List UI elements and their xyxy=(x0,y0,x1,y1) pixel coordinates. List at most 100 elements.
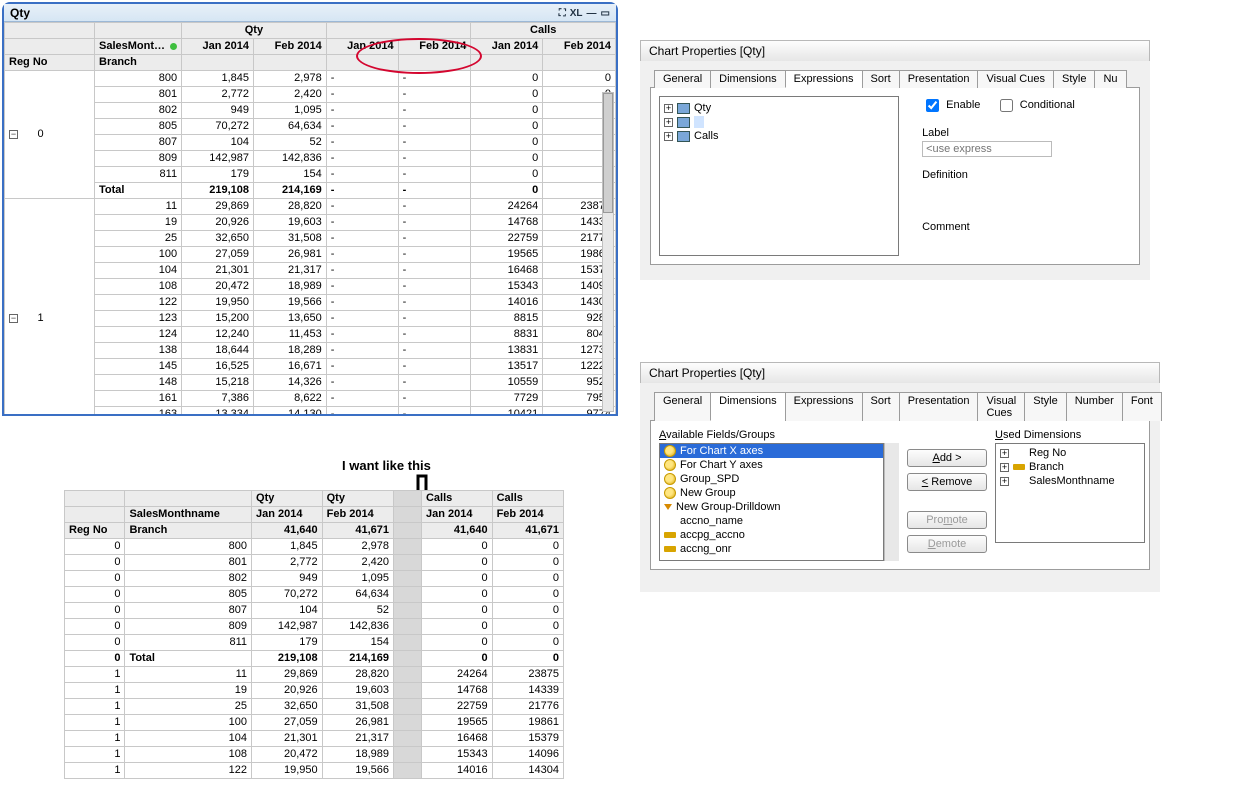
cell: - xyxy=(398,151,471,167)
desired-pivot-grid: QtyQtyCallsCalls SalesMonthnameJan 2014F… xyxy=(64,490,564,779)
expression-tree-item[interactable]: +Calls xyxy=(664,129,894,143)
tab-sort[interactable]: Sort xyxy=(862,70,900,88)
cell: 20,472 xyxy=(182,279,254,295)
expression-label xyxy=(694,116,704,128)
used-dimension-item[interactable]: +SalesMonthname xyxy=(998,474,1142,488)
restore-icon[interactable]: ▭ xyxy=(601,8,610,19)
tab-visual-cues[interactable]: Visual Cues xyxy=(977,392,1025,421)
expand-icon[interactable]: + xyxy=(664,132,673,141)
tab-style[interactable]: Style xyxy=(1053,70,1095,88)
expressions-tree[interactable]: +Qty+ +Calls xyxy=(659,96,899,256)
minimize-icon[interactable]: — xyxy=(587,8,597,19)
tab-number[interactable]: Number xyxy=(1066,392,1123,421)
listbox-scrollbar[interactable] xyxy=(884,443,899,561)
expand-icon[interactable]: + xyxy=(1000,449,1009,458)
collapse-icon[interactable]: − xyxy=(9,314,18,323)
tab-expressions[interactable]: Expressions xyxy=(785,70,863,88)
pivot-table: Qty ⛶ XL — ▭ Qty Calls xyxy=(2,2,618,416)
cell: 0 xyxy=(65,635,125,651)
available-field-item[interactable]: accno_name xyxy=(660,514,883,528)
enable-checkbox[interactable]: Enable xyxy=(922,99,983,111)
tab-style[interactable]: Style xyxy=(1024,392,1066,421)
vertical-scrollbar[interactable] xyxy=(602,92,614,412)
tab-general[interactable]: General xyxy=(654,392,711,421)
available-field-item[interactable]: New Group-Drilldown xyxy=(660,500,883,514)
demote-button[interactable]: Demote xyxy=(907,535,987,553)
add-button[interactable]: Add > xyxy=(907,449,987,467)
tab-expressions[interactable]: Expressions xyxy=(785,392,863,421)
table-row[interactable]: 8012,7722,420--00 xyxy=(5,87,616,103)
region-cell[interactable]: −1 xyxy=(5,199,95,415)
detach-icon[interactable]: ⛶ xyxy=(559,8,566,19)
table-row[interactable]: 80570,27264,634--00 xyxy=(5,119,616,135)
tab-dimensions[interactable]: Dimensions xyxy=(710,70,785,88)
pivot-titlebar[interactable]: Qty ⛶ XL — ▭ xyxy=(4,4,616,22)
expand-icon[interactable]: + xyxy=(1000,463,1009,472)
cell: - xyxy=(326,135,398,151)
expression-tree-item[interactable]: +Qty xyxy=(664,101,894,115)
table-row[interactable]: 13818,64418,289--1383112730 xyxy=(5,343,616,359)
cell xyxy=(393,651,421,667)
used-dimensions-listbox[interactable]: +Reg No+Branch+SalesMonthname xyxy=(995,443,1145,543)
expand-icon[interactable]: + xyxy=(664,118,673,127)
table-row[interactable]: 8029491,095--00 xyxy=(5,103,616,119)
cell: 8,622 xyxy=(254,391,327,407)
table-row[interactable]: 1617,3868,622--77297951 xyxy=(5,391,616,407)
col-header xyxy=(65,491,125,507)
table-row[interactable]: 12219,95019,566--1401614304 xyxy=(5,295,616,311)
remove-button[interactable]: < Remove xyxy=(907,473,987,491)
available-field-item[interactable]: For Chart X axes xyxy=(660,444,883,458)
cell: 19 xyxy=(125,683,252,699)
scrollbar-thumb[interactable] xyxy=(603,93,613,213)
available-field-item[interactable]: New Group xyxy=(660,486,883,500)
available-fields-listbox[interactable]: For Chart X axesFor Chart Y axesGroup_SP… xyxy=(659,443,884,561)
cell: 0 xyxy=(421,651,492,667)
table-row[interactable]: 809142,987142,836--00 xyxy=(5,151,616,167)
table-row[interactable]: 80710452--00 xyxy=(5,135,616,151)
xl-export-icon[interactable]: XL xyxy=(570,8,583,19)
used-dimension-item[interactable]: +Branch xyxy=(998,460,1142,474)
tab-visual-cues[interactable]: Visual Cues xyxy=(977,70,1054,88)
tab-dimensions[interactable]: Dimensions xyxy=(710,392,785,421)
expression-tree-item[interactable]: + xyxy=(664,115,894,129)
tab-sort[interactable]: Sort xyxy=(862,392,900,421)
table-row[interactable]: 14516,52516,671--1351712223 xyxy=(5,359,616,375)
tab-presentation[interactable]: Presentation xyxy=(899,392,979,421)
label-field[interactable] xyxy=(922,139,1075,157)
region-cell[interactable]: −0 xyxy=(5,71,95,199)
pivot-grid[interactable]: Qty Calls SalesMont… Jan 2014 Feb 2014 J… xyxy=(4,22,616,414)
cell: 10421 xyxy=(471,407,543,415)
available-field-item[interactable]: For Chart Y axes xyxy=(660,458,883,472)
tab-font[interactable]: Font xyxy=(1122,392,1162,421)
expand-icon[interactable]: + xyxy=(1000,477,1009,486)
table-row[interactable]: −08001,8452,978--00 xyxy=(5,71,616,87)
table-row[interactable]: 2532,65031,508--2275921776 xyxy=(5,231,616,247)
collapse-icon[interactable]: − xyxy=(9,130,18,139)
table-row[interactable]: 12412,24011,453--88318044 xyxy=(5,327,616,343)
cyclic-group-indicator-icon[interactable] xyxy=(170,43,177,50)
cell: 19,950 xyxy=(252,763,323,779)
table-row[interactable]: 12315,20013,650--88159283 xyxy=(5,311,616,327)
table-row[interactable]: 811179154--00 xyxy=(5,167,616,183)
table-row[interactable]: 10421,30121,317--1646815379 xyxy=(5,263,616,279)
tab-nu[interactable]: Nu xyxy=(1094,70,1126,88)
col-header xyxy=(393,523,421,539)
table-row[interactable]: −11129,86928,820--2426423875 xyxy=(5,199,616,215)
conditional-checkbox[interactable]: Conditional xyxy=(996,99,1075,111)
col-header: Branch xyxy=(125,523,252,539)
table-row[interactable]: 1920,92619,603--1476814339 xyxy=(5,215,616,231)
table-row[interactable]: 10027,05926,981--1956519861 xyxy=(5,247,616,263)
expand-icon[interactable]: + xyxy=(664,104,673,113)
table-row[interactable]: 14815,21814,326--105599521 xyxy=(5,375,616,391)
cell: 18,989 xyxy=(254,279,327,295)
used-dimension-item[interactable]: +Reg No xyxy=(998,446,1142,460)
table-row[interactable]: 10820,47218,989--1534314096 xyxy=(5,279,616,295)
available-field-item[interactable]: accng_onr xyxy=(660,542,883,556)
available-field-item[interactable]: Group_SPD xyxy=(660,472,883,486)
table-row[interactable]: 16313,33414,130--104219774 xyxy=(5,407,616,415)
available-field-item[interactable]: accpg_accno xyxy=(660,528,883,542)
salesmonth-header[interactable]: SalesMont… xyxy=(95,39,182,55)
tab-presentation[interactable]: Presentation xyxy=(899,70,979,88)
tab-general[interactable]: General xyxy=(654,70,711,88)
promote-button[interactable]: Promote xyxy=(907,511,987,529)
